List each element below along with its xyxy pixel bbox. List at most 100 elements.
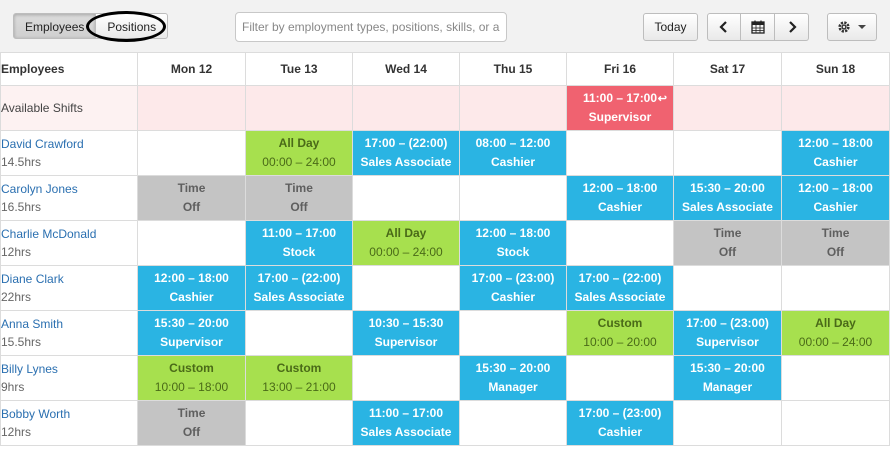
shift-line-1: 15:30 – 20:00: [690, 361, 765, 375]
shift-line-1: 17:00 – (22:00): [364, 136, 448, 150]
shift-block[interactable]: Custom 10:00 – 18:00: [137, 355, 246, 401]
empty-cell[interactable]: [781, 265, 890, 311]
shift-line-1: 11:00 – 17:00: [261, 226, 337, 240]
next-week-button[interactable]: [775, 13, 809, 41]
shift-block[interactable]: 12:00 – 18:00 Cashier: [781, 130, 890, 176]
time-off-block[interactable]: Time Off: [245, 175, 353, 221]
time-off-block[interactable]: Time Off: [137, 175, 246, 221]
empty-cell[interactable]: [781, 355, 890, 401]
empty-cell[interactable]: [781, 400, 890, 446]
shift-line-1: Time: [285, 181, 313, 195]
shift-block[interactable]: 17:00 – (23:00) Cashier: [459, 265, 567, 311]
prev-week-button[interactable]: [707, 13, 741, 41]
empty-cell[interactable]: [459, 400, 567, 446]
view-toggle: Employees Positions: [13, 13, 169, 39]
employee-cell: Carolyn Jones 16.5hrs: [0, 175, 138, 221]
employee-name-link[interactable]: Billy Lynes: [1, 360, 137, 378]
empty-cell[interactable]: [352, 265, 460, 311]
shift-block[interactable]: 10:30 – 15:30 Supervisor: [352, 310, 460, 356]
time-off-block[interactable]: Time Off: [673, 220, 782, 266]
empty-cell[interactable]: [566, 130, 674, 176]
shift-block[interactable]: 17:00 – (23:00) Cashier: [566, 400, 674, 446]
empty-cell[interactable]: [673, 130, 782, 176]
filter-input[interactable]: [235, 12, 507, 42]
shift-block[interactable]: 15:30 – 20:00 Manager: [673, 355, 782, 401]
shift-block[interactable]: 11:00 – 17:00 Sales Associate: [352, 400, 460, 446]
employee-name-link[interactable]: Anna Smith: [1, 315, 137, 333]
shift-block[interactable]: 17:00 – (22:00) Sales Associate: [352, 130, 460, 176]
available-slot[interactable]: [352, 85, 460, 131]
shift-block[interactable]: 15:30 – 20:00 Sales Associate: [673, 175, 782, 221]
empty-cell[interactable]: [352, 175, 460, 221]
empty-cell[interactable]: [566, 355, 674, 401]
shift-block[interactable]: 17:00 – (23:00) Supervisor: [673, 310, 782, 356]
empty-cell[interactable]: [459, 310, 567, 356]
today-button[interactable]: Today: [643, 13, 698, 41]
available-slot[interactable]: [459, 85, 567, 131]
shift-line-2: Cashier: [169, 290, 214, 304]
shift-block[interactable]: 11:00 – 17:00 Supervisor ↩: [566, 85, 674, 131]
shift-block[interactable]: 17:00 – (22:00) Sales Associate: [566, 265, 674, 311]
empty-cell[interactable]: [673, 400, 782, 446]
shift-block[interactable]: 15:30 – 20:00 Supervisor: [137, 310, 246, 356]
shift-block[interactable]: 12:00 – 18:00 Stock: [459, 220, 567, 266]
shift-block[interactable]: 12:00 – 18:00 Cashier: [137, 265, 246, 311]
empty-cell[interactable]: [245, 400, 353, 446]
day-header[interactable]: Mon 12: [137, 52, 246, 86]
employee-name-link[interactable]: Carolyn Jones: [1, 180, 137, 198]
employee-hours: 12hrs: [1, 425, 32, 439]
chevron-right-icon: [788, 21, 797, 33]
available-slot[interactable]: [245, 85, 353, 131]
employees-tab[interactable]: Employees: [13, 13, 97, 39]
shift-line-2: Sales Associate: [682, 200, 773, 214]
employee-name-link[interactable]: David Crawford: [1, 135, 137, 153]
available-slot[interactable]: [781, 85, 890, 131]
available-shifts-label: Available Shifts: [0, 85, 138, 131]
employee-name-link[interactable]: Charlie McDonald: [1, 225, 137, 243]
chevron-left-icon: [719, 21, 727, 33]
time-off-block[interactable]: Time Off: [781, 220, 890, 266]
shift-line-2: Cashier: [813, 155, 858, 169]
shift-block[interactable]: 08:00 – 12:00 Cashier: [459, 130, 567, 176]
shift-block[interactable]: Custom 10:00 – 20:00: [566, 310, 674, 356]
available-slot[interactable]: [673, 85, 782, 131]
empty-cell[interactable]: [245, 310, 353, 356]
empty-cell[interactable]: [673, 265, 782, 311]
shift-block[interactable]: Custom 13:00 – 21:00: [245, 355, 353, 401]
empty-cell[interactable]: [566, 220, 674, 266]
toolbar: Employees Positions Today: [0, 0, 890, 53]
time-off-block[interactable]: Time Off: [137, 400, 246, 446]
day-header[interactable]: Fri 16: [566, 52, 674, 86]
employee-name-link[interactable]: Bobby Worth: [1, 405, 137, 423]
positions-tab[interactable]: Positions: [96, 13, 169, 39]
employee-row: Bobby Worth 12hrs Time Off 11:00 – 17:00 Sale…: [0, 400, 890, 446]
day-header[interactable]: Sun 18: [781, 52, 890, 86]
shift-line-1: 10:30 – 15:30: [368, 316, 444, 330]
shift-block[interactable]: 12:00 – 18:00 Cashier: [781, 175, 890, 221]
shift-block[interactable]: 17:00 – (22:00) Sales Associate: [245, 265, 353, 311]
shift-block[interactable]: 11:00 – 17:00 Stock: [245, 220, 353, 266]
shift-line-2: Cashier: [597, 425, 643, 439]
shift-block[interactable]: 15:30 – 20:00 Manager: [459, 355, 567, 401]
day-header[interactable]: Thu 15: [459, 52, 567, 86]
employee-name-link[interactable]: Diane Clark: [1, 270, 137, 288]
shift-block[interactable]: All Day 00:00 – 24:00: [245, 130, 353, 176]
day-header[interactable]: Tue 13: [245, 52, 353, 86]
shift-block[interactable]: All Day 00:00 – 24:00: [352, 220, 460, 266]
available-slot[interactable]: [137, 85, 246, 131]
calendar-button[interactable]: [741, 13, 775, 41]
day-header[interactable]: Sat 17: [673, 52, 782, 86]
calendar-icon: [750, 20, 765, 34]
empty-cell[interactable]: [459, 175, 567, 221]
shift-block[interactable]: All Day 00:00 – 24:00: [781, 310, 890, 356]
day-header[interactable]: Wed 14: [352, 52, 460, 86]
empty-cell[interactable]: [137, 130, 246, 176]
shift-line-2: Off: [290, 200, 308, 214]
settings-button[interactable]: [827, 13, 877, 41]
empty-cell[interactable]: [137, 220, 246, 266]
shift-line-2: Cashier: [597, 200, 643, 214]
empty-cell[interactable]: [352, 355, 460, 401]
employees-column-header[interactable]: Employees: [0, 52, 138, 86]
undo-icon[interactable]: ↩: [658, 90, 667, 109]
shift-block[interactable]: 12:00 – 18:00 Cashier: [566, 175, 674, 221]
